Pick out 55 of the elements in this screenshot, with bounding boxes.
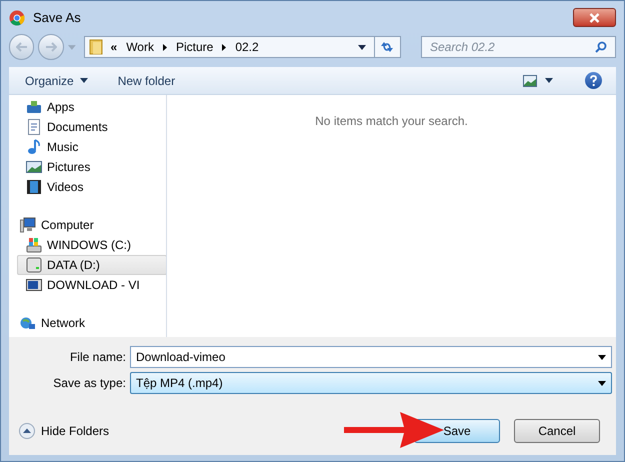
refresh-arrows-icon (379, 40, 396, 54)
sidebar-item[interactable]: Videos (17, 177, 166, 197)
history-caret-icon (68, 44, 76, 50)
breadcrumb-arrow-icon[interactable] (162, 44, 167, 50)
search-icon (594, 41, 607, 53)
empty-message: No items match your search. (315, 113, 468, 130)
cancel-button[interactable]: Cancel (514, 419, 600, 443)
dropdown-caret-icon (598, 354, 606, 360)
sidebar-item[interactable]: Computer (16, 215, 166, 235)
system-drive-icon (26, 237, 42, 253)
dropdown-caret-icon (598, 380, 606, 386)
address-bar[interactable]: « Work Picture 02.2 (84, 36, 401, 58)
computer-icon (20, 217, 36, 233)
sidebar-item[interactable]: WINDOWS (C:) (17, 235, 166, 255)
sidebar-item[interactable]: Network (16, 313, 166, 333)
breadcrumb[interactable]: 02.2 (235, 38, 259, 56)
dropdown-caret-icon (80, 78, 88, 83)
pictures-icon (26, 159, 42, 175)
network-icon (20, 315, 36, 331)
forward-arrow-icon (45, 42, 58, 52)
close-button[interactable] (573, 8, 616, 27)
search-field[interactable]: Search 02.2 (422, 37, 595, 57)
collapse-chevron-icon (19, 423, 35, 439)
browser-logo-icon (9, 10, 25, 26)
breadcrumb[interactable]: Work (126, 38, 154, 56)
file-name-label: File name: (68, 349, 126, 366)
apps-icon (26, 99, 42, 115)
dropdown-caret-icon (358, 44, 366, 50)
save-as-type-label: Save as type: (52, 375, 126, 392)
sidebar-item[interactable]: Documents (17, 117, 166, 137)
hide-folders-button[interactable]: Hide Folders (19, 422, 110, 440)
breadcrumb-arrow-icon[interactable] (222, 44, 226, 50)
music-icon (26, 139, 42, 155)
sidebar-item[interactable]: Pictures (17, 157, 166, 177)
documents-icon (26, 119, 42, 135)
back-arrow-icon (16, 42, 28, 52)
drive-icon (26, 257, 42, 273)
new-folder-button[interactable]: New folder (110, 72, 184, 90)
sidebar-item[interactable]: Apps (17, 97, 166, 117)
sidebar-item[interactable]: Music (17, 137, 166, 157)
sidebar-item[interactable]: DOWNLOAD - VI (17, 275, 166, 295)
organize-menu[interactable]: Organize (17, 72, 96, 90)
breadcrumb-overflow[interactable]: « (110, 38, 118, 56)
media-drive-icon (26, 277, 42, 293)
search-box[interactable]: Search 02.2 (420, 36, 616, 58)
help-button[interactable] (585, 72, 602, 89)
close-icon (589, 12, 600, 22)
folder-icon (88, 39, 102, 55)
dropdown-caret-icon (545, 78, 553, 83)
save-as-type-dropdown[interactable]: Tệp MP4 (.mp4) (130, 372, 612, 394)
sidebar-item[interactable]: DATA (D:) (17, 255, 166, 275)
picture-icon (523, 74, 537, 86)
videos-icon (26, 179, 42, 195)
window-title: Save As (33, 8, 81, 27)
breadcrumb[interactable]: Picture (176, 38, 214, 56)
